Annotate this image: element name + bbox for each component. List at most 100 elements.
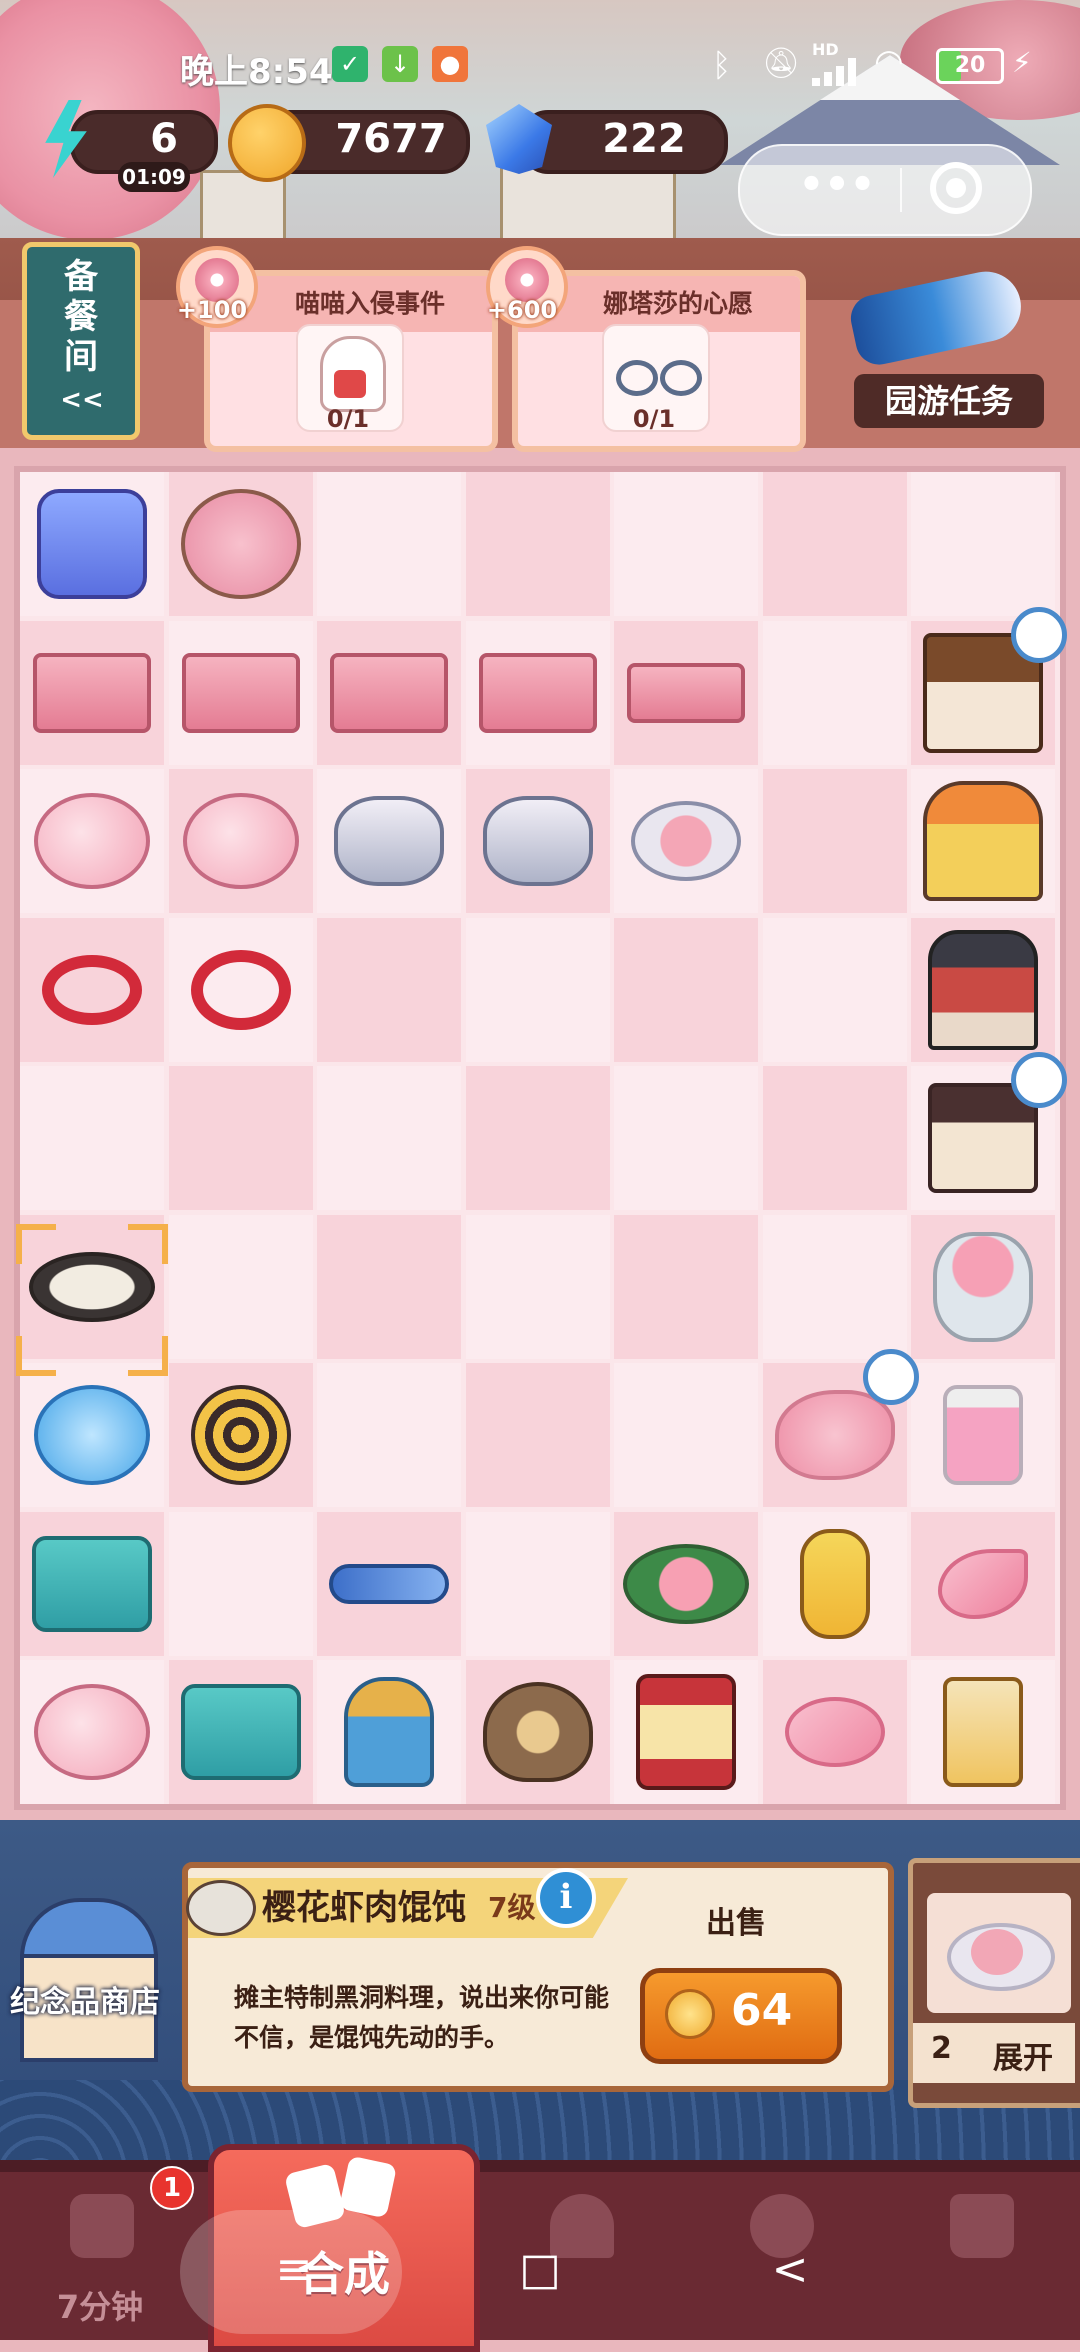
board-cell[interactable]: [465, 472, 610, 616]
item-name: 樱花虾肉馄饨: [262, 1888, 466, 1928]
coin-stack-item[interactable]: [482, 796, 593, 886]
download-icon: ↓: [382, 46, 418, 82]
system-home-button[interactable]: □: [510, 2240, 570, 2300]
piggy-bank-item[interactable]: [34, 1684, 150, 1780]
lantern-ornament-item[interactable]: [636, 1674, 736, 1790]
glasses-icon: [616, 360, 658, 396]
notification-badge: 1: [150, 2166, 194, 2210]
board-cell[interactable]: [614, 472, 758, 616]
battery-icon: 20: [936, 48, 1004, 84]
board-cell[interactable]: [168, 1214, 313, 1359]
tab-locked[interactable]: [890, 2172, 1070, 2340]
board-cell[interactable]: [317, 917, 461, 1062]
quest-reward-value: +600: [486, 296, 558, 324]
board-cell[interactable]: [762, 917, 907, 1062]
selection-corner: [128, 1224, 168, 1264]
piggy-bank-item[interactable]: [182, 793, 299, 889]
backpack-item[interactable]: [37, 489, 147, 599]
board-cell[interactable]: [317, 1214, 461, 1359]
lion-purse-item[interactable]: [482, 1682, 593, 1782]
coin-value: 7677: [335, 116, 447, 162]
gem-value: 222: [602, 116, 686, 162]
tickets-item[interactable]: [330, 652, 448, 733]
board-cell[interactable]: [465, 1214, 610, 1359]
board-cell[interactable]: [20, 1066, 164, 1210]
dart-target-item[interactable]: [190, 1385, 291, 1485]
paper-lantern-item[interactable]: [799, 1528, 870, 1639]
lantern-box-item[interactable]: [943, 1677, 1023, 1787]
expand-button[interactable]: 2 展开: [908, 1858, 1080, 2108]
paw-coin-icon: [665, 1989, 715, 2039]
board-cell[interactable]: [317, 1066, 461, 1210]
sell-price: 64: [731, 1985, 793, 2036]
game-booth-item[interactable]: [923, 781, 1043, 901]
petal-pile-item[interactable]: [774, 1390, 895, 1480]
quest-progress: 0/1: [632, 405, 676, 433]
tickets-item[interactable]: [33, 652, 151, 733]
goldfish-bowl-item[interactable]: [34, 1385, 150, 1485]
expand-label: 展开: [993, 2041, 1053, 2076]
system-back-button[interactable]: <: [760, 2240, 820, 2300]
board-cell[interactable]: [168, 1511, 313, 1656]
charging-icon: ⚡︎: [1012, 46, 1032, 79]
board-cell[interactable]: [762, 620, 907, 765]
tickets-item[interactable]: [181, 652, 300, 733]
item-level: 7级: [488, 1891, 536, 1924]
board-cell[interactable]: [168, 1066, 313, 1210]
system-menu-button[interactable]: ≡: [264, 2240, 324, 2300]
gem-bar[interactable]: 222: [520, 110, 728, 174]
lock-icon: [950, 2194, 1014, 2258]
pavilion-item[interactable]: [928, 929, 1038, 1050]
fountain-pen-item[interactable]: [329, 1563, 449, 1604]
souvenir-shop-button[interactable]: 纪念品商店: [10, 1854, 160, 2094]
status-time: 晚上8:54: [180, 52, 333, 92]
ticket-single-item[interactable]: [627, 662, 745, 723]
info-button[interactable]: i: [536, 1868, 596, 1928]
ink-bottle-item[interactable]: [943, 1385, 1023, 1485]
rope-item[interactable]: [42, 954, 142, 1025]
board-cell[interactable]: [911, 472, 1055, 616]
piggy-bank-item[interactable]: [34, 793, 150, 889]
item-description: 摊主特制黑洞料理，说出来你可能不信，是馄饨先动的手。: [234, 1983, 610, 2052]
board-cell[interactable]: [317, 1363, 461, 1507]
board-cell[interactable]: [614, 1066, 758, 1210]
tickets-item[interactable]: [478, 652, 597, 733]
peach-leaf-item[interactable]: [623, 1543, 749, 1624]
board-cell[interactable]: [465, 1066, 610, 1210]
board-cell[interactable]: [465, 1511, 610, 1656]
glasses-lens: [660, 360, 702, 396]
petals-item[interactable]: [784, 1697, 885, 1767]
board-cell[interactable]: [465, 917, 610, 1062]
expand-count: 2: [931, 2031, 952, 2066]
rope-loop-item[interactable]: [190, 949, 291, 1030]
suitcase-item[interactable]: [32, 1535, 152, 1632]
stamp-item[interactable]: [344, 1677, 434, 1787]
board-cell[interactable]: [762, 1066, 907, 1210]
bag-icon: [70, 2194, 134, 2258]
board-cell[interactable]: [762, 472, 907, 616]
park-task-button[interactable]: 园游任务: [832, 262, 1062, 442]
board-cell[interactable]: [465, 1363, 610, 1507]
board-cell[interactable]: [614, 917, 758, 1062]
coin-face: [971, 1929, 1023, 1975]
mute-icon: 🔕︎: [762, 46, 801, 81]
coin-pair-item[interactable]: [631, 801, 741, 881]
board-cell[interactable]: [762, 1214, 907, 1359]
quest-title: 喵喵入侵事件: [294, 289, 445, 318]
timer-tab-label: 7分钟: [56, 2288, 144, 2326]
board-cell[interactable]: [317, 472, 461, 616]
coin-stack-item[interactable]: [334, 796, 444, 886]
board-cell[interactable]: [614, 1214, 758, 1359]
koinobori-icon: [846, 265, 1028, 369]
sell-button[interactable]: 64: [640, 1968, 842, 2064]
flower-basket-item[interactable]: [933, 1231, 1033, 1342]
target-icon: [946, 178, 966, 198]
storage-room-button[interactable]: 备餐间 <<: [22, 242, 140, 440]
more-menu-button[interactable]: •••: [782, 162, 892, 212]
paw-coin-icon: [228, 104, 306, 182]
board-cell[interactable]: [614, 1363, 758, 1507]
suitcase-item[interactable]: [180, 1684, 301, 1780]
quest-progress: 0/1: [326, 405, 370, 433]
sakura-tree-item[interactable]: [180, 489, 301, 599]
board-cell[interactable]: [762, 769, 907, 913]
